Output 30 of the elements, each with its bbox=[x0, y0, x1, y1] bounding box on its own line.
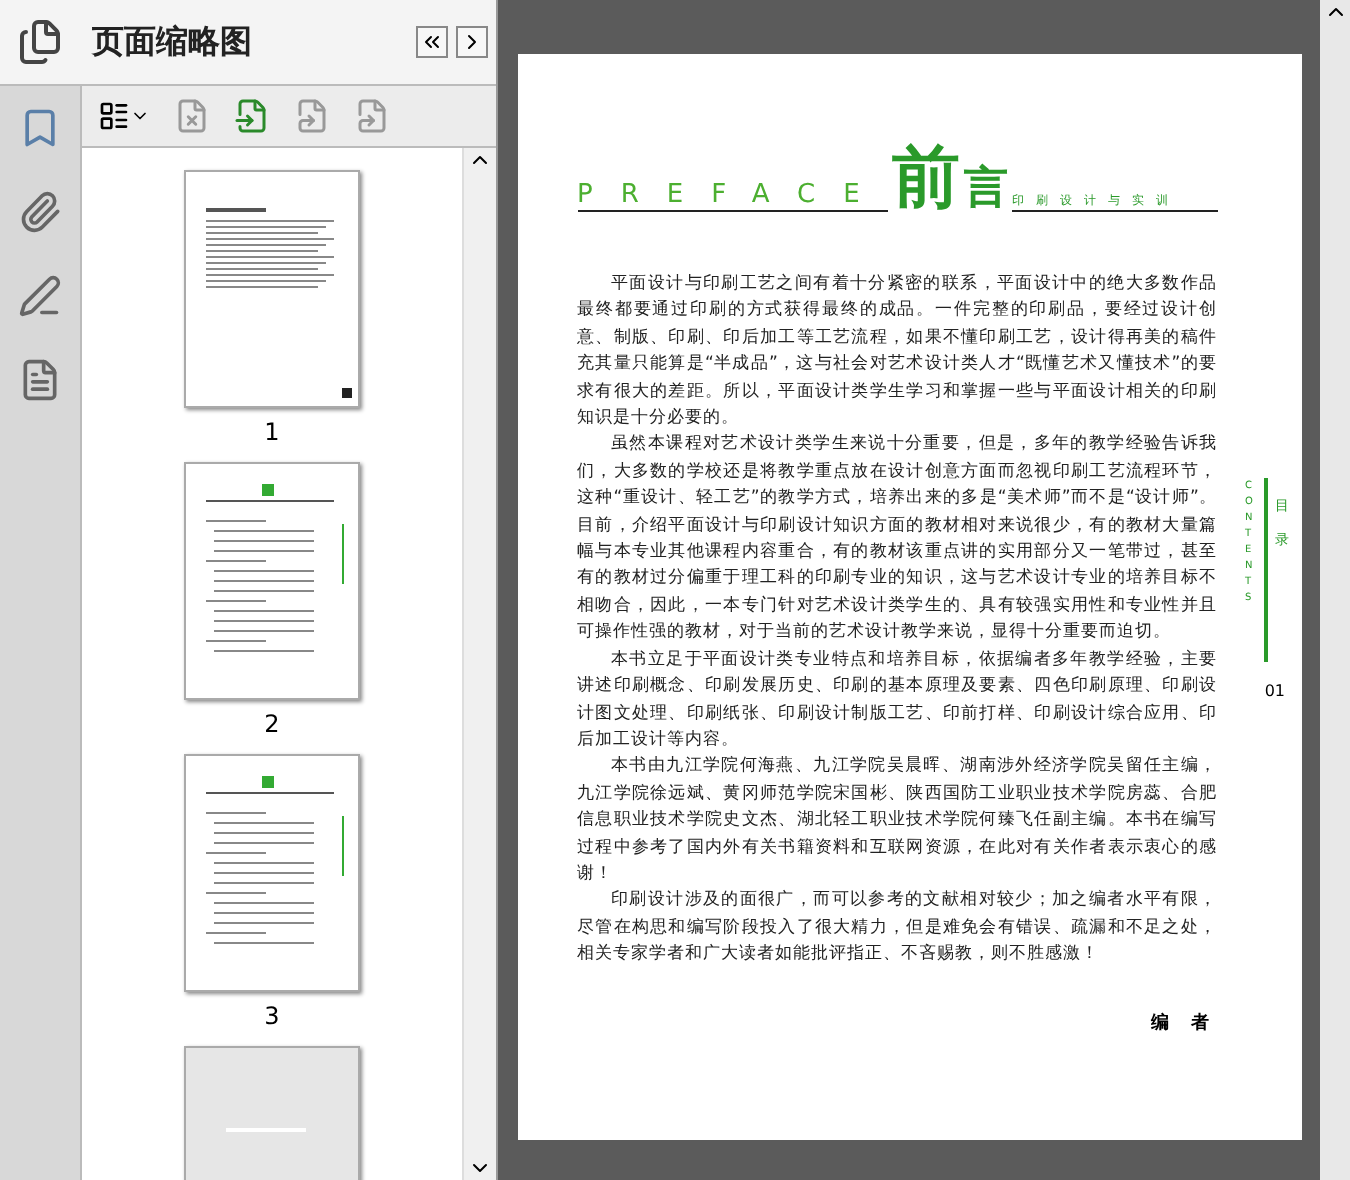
double-chevron-left-icon bbox=[420, 30, 444, 54]
panel-title: 页面缩略图 bbox=[89, 21, 254, 63]
collapse-button[interactable] bbox=[416, 26, 448, 58]
page-thumbnail[interactable] bbox=[184, 462, 360, 700]
paragraph: 平面设计与印刷工艺之间有着十分紧密的联系，平面设计中的绝大多数作品最终都要通过印刷的方式获得最终的成品。一件完整的印刷品，要经过设计创意、制版、印刷、印后加工等工艺流程，如果不懂印刷工艺，设计得再美的稿件充其量只能算是“半成品”，这与社会对艺术设计类人才“既懂艺术又懂技术”的要求有很大的差距。所以，平面设计类学生学习和掌握一些与平面设计相关的印刷知识是十分必要的。 bbox=[577, 272, 1217, 433]
rotate-right-button[interactable] bbox=[354, 98, 390, 134]
title-char: 言 bbox=[963, 168, 1008, 212]
document-icon[interactable] bbox=[18, 358, 62, 402]
signature-icon[interactable] bbox=[18, 274, 62, 318]
options-button[interactable] bbox=[98, 100, 150, 132]
paragraph: 本书由九江学院何海燕、九江学院吴晨晖、湖南涉外经济学院吴留任主编，九江学院徐远斌、黄冈师范学院宋国彬、陕西国防工业职业技术学院房蕊、合肥信息职业技术学院史文杰、湖北轻工职业技术学院何臻飞任副主编。本书在编写过程中参考了国内外有关书籍资料和互联网资源，在此对有关作者表示衷心的感谢！ bbox=[577, 754, 1217, 888]
signature: 编 者 bbox=[1150, 1010, 1217, 1036]
rotate-left-button[interactable] bbox=[294, 98, 330, 134]
pages-icon bbox=[16, 18, 64, 66]
list-icon bbox=[98, 100, 130, 132]
page-thumbnail[interactable] bbox=[184, 754, 360, 992]
delete-page-button[interactable] bbox=[174, 98, 210, 134]
paragraph: 本书立足于平面设计类专业特点和培养目标，依据编者多年教学经验，主要讲述印刷概念、印刷发展历史、印刷的基本原理及要素、四色印刷原理、印刷设计图文处理、印刷纸张、印刷设计制版工艺、印前打样、印刷设计综合应用、印后加工设计等内容。 bbox=[577, 647, 1217, 754]
preface-heading: PREFACE bbox=[577, 180, 888, 210]
paragraph: 印刷设计涉及的面很广，而可以参考的文献相对较少；加之编者水平有限，尽管在构思和编写阶段投入了很大精力，但是难免会有错误、疏漏和不足之处，相关专家学者和广大读者如能批评指正、不吝赐教，则不胜感激！ bbox=[577, 888, 1217, 969]
insert-page-button[interactable] bbox=[234, 98, 270, 134]
paragraph: 虽然本课程对艺术设计类学生来说十分重要，但是，多年的教学经验告诉我们，大多数的学校还是将教学重点放在设计创意方面而忽视印刷工艺流程环节，这种“重设计、轻工艺”的教学方式，培养出来的多是“美术师”而不是“设计师”。目前，介绍平面设计与印刷设计知识方面的教材相对来说很少，有的教材大量篇幅与本专业其他课程内容重合，有的教材该重点讲的实用部分又一笔带过，甚至有的教材过分偏重于理工科的印刷专业的知识，这与艺术设计专业的培养目标不相吻合，因此，一本专门针对艺术设计类学生的、具有较强实用性和专业性并且可操作性强的教材，对于当前的艺术设计教学来说，显得十分重要而迫切。 bbox=[577, 432, 1217, 647]
page-label: 3 bbox=[264, 1002, 280, 1030]
paperclip-icon[interactable] bbox=[18, 190, 62, 234]
expand-button[interactable] bbox=[456, 26, 488, 58]
page-number: 01 bbox=[1264, 682, 1285, 700]
page-label: 1 bbox=[264, 418, 280, 446]
page-thumbnail[interactable] bbox=[184, 170, 360, 408]
title-char: 前 bbox=[891, 144, 960, 212]
page-label: 2 bbox=[264, 710, 280, 738]
